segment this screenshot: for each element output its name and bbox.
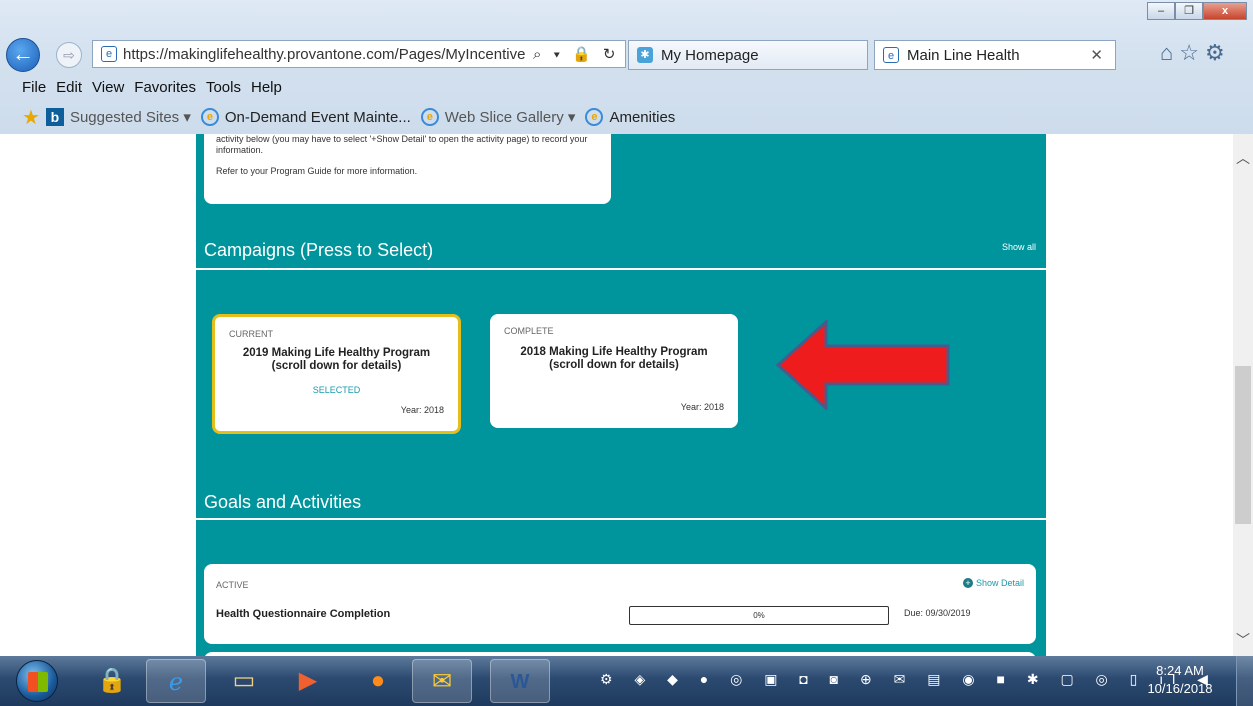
homepage-favicon-icon: ✱ — [637, 47, 653, 63]
menu-help[interactable]: Help — [251, 79, 282, 96]
taskbar: 🔒 e ▭ ▶ ● ✉ W ⚙ ◈ ◆ ● ◎ ▣ ◘ ◙ ⊕ ✉ ▤ ◉ ■ … — [0, 656, 1253, 706]
taskbar-clock[interactable]: 8:24 AM 10/16/2018 — [1145, 662, 1215, 698]
scroll-down-icon[interactable]: ﹀ — [1236, 630, 1250, 650]
windows-logo-icon — [28, 672, 48, 692]
intro-text: Refer to your Program Guide for more inf… — [216, 166, 418, 176]
tab-my-homepage[interactable]: ✱ My Homepage — [628, 40, 868, 70]
campaign-year: Year: 2018 — [400, 405, 444, 415]
favorites-star-icon[interactable]: ☆ — [1179, 40, 1205, 65]
back-button[interactable]: ← — [6, 38, 40, 72]
url-text[interactable]: https://makinglifehealthy.provantone.com… — [123, 46, 533, 63]
browser-chrome: – ❐ x ← ⇨ e https://makinglifehealthy.pr… — [0, 0, 1253, 134]
activity-status: ACTIVE — [216, 580, 249, 590]
page-content: activity below (you may have to select '… — [0, 134, 1253, 656]
menu-edit[interactable]: Edit — [56, 79, 82, 96]
menu-bar: File Edit View Favorites Tools Help — [0, 74, 1253, 100]
scroll-up-icon[interactable]: ︿ — [1236, 148, 1250, 168]
favorites-bar: ★ b Suggested Sites ▾ e On-Demand Event … — [0, 102, 1253, 132]
address-bar[interactable]: e https://makinglifehealthy.provantone.c… — [92, 40, 626, 68]
address-tools[interactable]: ⌕ ▾ 🔒 ↻ — [533, 45, 625, 63]
menu-view[interactable]: View — [92, 79, 124, 96]
maximize-button[interactable]: ❐ — [1175, 2, 1203, 20]
ie-icon: e — [200, 108, 219, 126]
menu-favorites[interactable]: Favorites — [134, 79, 196, 96]
activity-name: Health Questionnaire Completion — [216, 608, 391, 620]
close-tab-icon[interactable]: ✕ — [1090, 46, 1103, 64]
campaign-name: 2018 Making Life Healthy Program (scroll… — [520, 346, 708, 371]
bing-icon: b — [45, 108, 64, 126]
forward-button[interactable]: ⇨ — [56, 42, 82, 68]
ie-icon: e — [420, 108, 439, 126]
menu-tools[interactable]: Tools — [206, 79, 241, 96]
firefox-icon[interactable]: ● — [348, 659, 408, 703]
scrollbar-thumb[interactable] — [1235, 366, 1251, 524]
activity-card: ACTIVE + Show Detail Health Questionnaire… — [204, 564, 1036, 644]
close-window-button[interactable]: x — [1203, 2, 1247, 20]
red-arrow-annotation — [776, 320, 950, 410]
start-button[interactable] — [16, 660, 58, 702]
system-tray-icons[interactable]: ⚙ ◈ ◆ ● ◎ ▣ ◘ ◙ ⊕ ✉ ▤ ◉ ■ ✱ ▢ ◎ ▯ ıl ◀ — [600, 671, 1217, 688]
word-icon[interactable]: W — [490, 659, 550, 703]
ie-page-icon: e — [883, 47, 899, 63]
outlook-icon[interactable]: ✉ — [412, 659, 472, 703]
selected-label: SELECTED — [312, 385, 361, 395]
file-explorer-icon[interactable]: ▭ — [214, 659, 274, 703]
tab-label: Main Line Health — [907, 46, 1020, 64]
tab-label: My Homepage — [661, 46, 759, 64]
activity-due-date: Due: 09/30/2019 — [904, 608, 971, 618]
fav-suggested-sites[interactable]: Suggested Sites ▾ — [70, 108, 191, 126]
campaign-card-complete[interactable]: COMPLETE 2018 Making Life Healthy Progra… — [490, 314, 738, 428]
home-icon[interactable]: ⌂ — [1160, 40, 1179, 65]
gear-icon[interactable]: ⚙ — [1205, 40, 1231, 65]
activity-progress-bar: 0% — [629, 606, 889, 625]
show-detail-link[interactable]: + Show Detail — [962, 578, 1024, 588]
favorites-star-icon[interactable]: ★ — [22, 105, 40, 130]
clock-date: 10/16/2018 — [1147, 681, 1213, 696]
intro-text: activity below (you may have to select '… — [216, 134, 588, 155]
internet-explorer-icon[interactable]: e — [146, 659, 206, 703]
goals-title: Goals and Activities — [204, 492, 362, 512]
minimize-button[interactable]: – — [1147, 2, 1175, 20]
incentive-panel: activity below (you may have to select '… — [196, 134, 1046, 656]
vertical-scrollbar[interactable]: ︿ ﹀ — [1233, 134, 1253, 656]
divider — [196, 518, 1046, 520]
campaign-card-current[interactable]: CURRENT 2019 Making Life Healthy Program… — [212, 314, 461, 434]
page-icon: e — [101, 46, 117, 62]
fav-on-demand[interactable]: On-Demand Event Mainte... — [225, 109, 411, 126]
campaign-name: 2019 Making Life Healthy Program (scroll… — [242, 347, 431, 372]
browser-tools: ⌂☆⚙ — [1160, 40, 1231, 66]
tab-main-line-health[interactable]: e Main Line Health ✕ — [874, 40, 1116, 70]
plus-circle-icon: + — [962, 578, 973, 588]
ie-icon: e — [585, 108, 604, 126]
divider — [196, 268, 1046, 270]
show-all-link[interactable]: Show all — [1002, 242, 1036, 252]
campaign-status: CURRENT — [229, 329, 273, 339]
menu-file[interactable]: File — [22, 79, 46, 96]
media-player-icon[interactable]: ▶ — [278, 659, 338, 703]
clock-time: 8:24 AM — [1156, 663, 1204, 678]
campaigns-title: Campaigns (Press to Select) — [204, 240, 434, 260]
security-lock-icon[interactable]: 🔒 — [82, 659, 142, 703]
fav-amenities[interactable]: Amenities — [609, 109, 675, 126]
fav-web-slice[interactable]: Web Slice Gallery ▾ — [445, 108, 576, 126]
show-desktop-button[interactable] — [1236, 656, 1253, 706]
campaign-year: Year: 2018 — [680, 402, 724, 412]
show-detail-label: Show Detail — [975, 578, 1024, 588]
window-controls: – ❐ x — [1147, 2, 1247, 20]
campaign-status: COMPLETE — [504, 326, 554, 336]
intro-card: activity below (you may have to select '… — [204, 134, 611, 204]
